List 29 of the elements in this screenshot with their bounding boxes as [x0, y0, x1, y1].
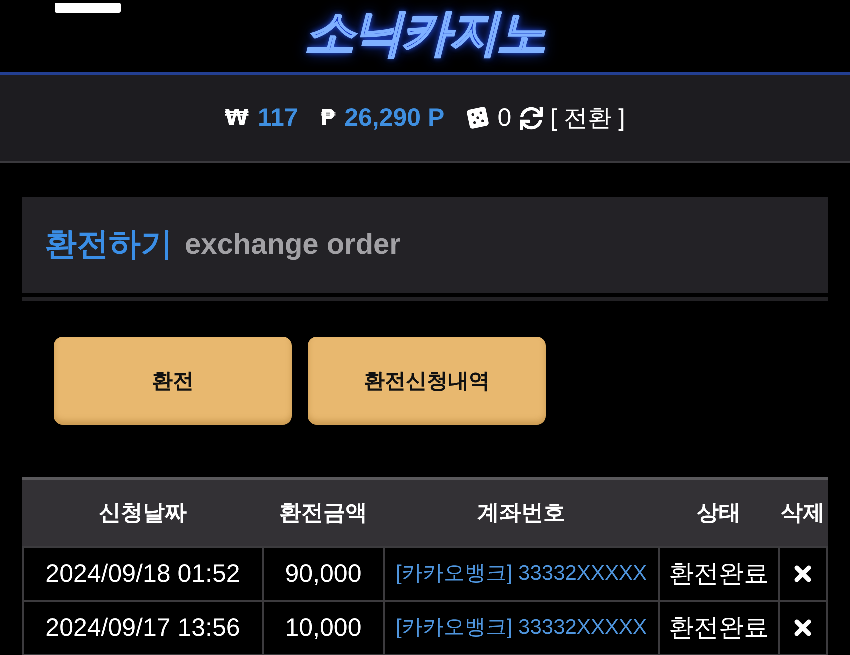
dash-icon	[55, 3, 121, 13]
balance-amount: 26,290 P	[344, 104, 445, 132]
currency-symbol: ₩	[224, 106, 249, 130]
tab-button[interactable]: 환전신청내역	[308, 337, 546, 425]
column-header: 계좌번호	[476, 500, 566, 528]
column-header: 환전금액	[278, 500, 368, 528]
table-cell: 환전완료	[660, 548, 778, 600]
delete-icon[interactable]	[794, 565, 812, 583]
account-link[interactable]: [카카오뱅크] 33332XXXXX	[396, 561, 647, 587]
column-header: 상태	[696, 500, 742, 528]
column-header: 삭제	[780, 500, 826, 528]
balance-amount: 117	[258, 104, 298, 132]
table-cell: 2024/09/18 01:52	[24, 548, 262, 600]
chip-count: 0	[498, 104, 512, 132]
currency-symbol: ₱	[320, 106, 336, 130]
dice-icon	[464, 104, 491, 132]
table-cell: 10,000	[264, 602, 383, 654]
delete-icon[interactable]	[794, 619, 812, 637]
tab-button[interactable]: 환전	[54, 337, 292, 425]
table-cell: 90,000	[264, 548, 383, 600]
convert-button[interactable]: [ 전환 ]	[520, 102, 626, 134]
panel-title: 환전하기	[45, 224, 173, 265]
table-cell: 2024/09/17 13:56	[24, 602, 262, 654]
account-link[interactable]: [카카오뱅크] 33332XXXXX	[396, 615, 647, 641]
table-cell: 환전완료	[660, 602, 778, 654]
site-logo[interactable]: 소닉카지노	[305, 6, 545, 60]
refresh-icon	[520, 106, 543, 130]
panel-subtitle: exchange order	[185, 228, 401, 262]
column-header: 신청날짜	[98, 500, 188, 528]
